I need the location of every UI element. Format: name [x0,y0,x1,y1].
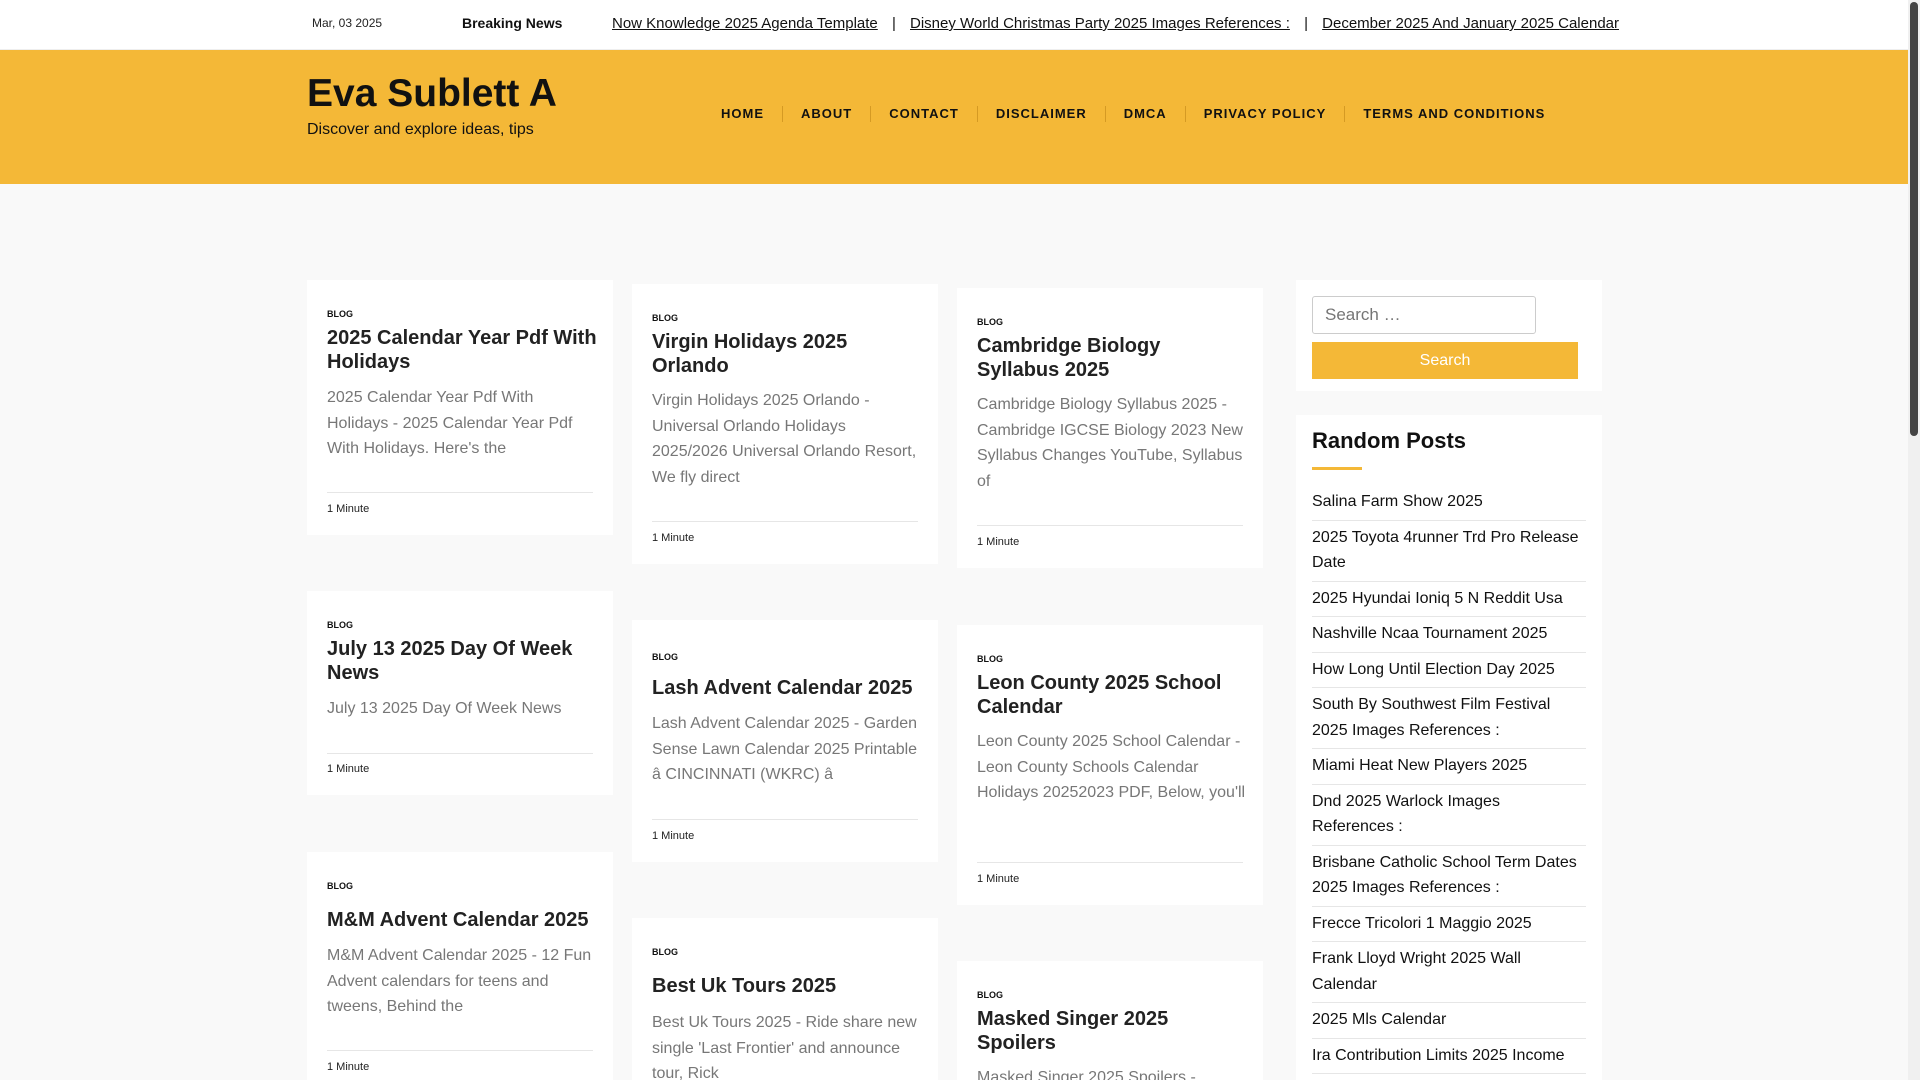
ticker-link[interactable]: Now Knowledge 2025 Agenda Template [612,15,878,32]
search-input[interactable] [1312,296,1536,334]
read-time: 1 Minute [327,503,370,515]
card-divider [327,1050,593,1051]
random-post-link[interactable]: Frank Lloyd Wright 2025 Wall Calendar [1312,942,1586,1003]
post-category[interactable]: BLOG [977,654,1003,664]
card-divider [652,521,918,522]
card-divider [652,819,918,820]
post-category[interactable]: BLOG [327,881,353,891]
nav-home[interactable]: HOME [703,106,783,122]
post-excerpt: Cambridge Biology Syllabus 2025 - Cambri… [977,396,1243,490]
random-post-link[interactable]: 2025 Mls Calendar [1312,1003,1586,1039]
post-card: BLOG Best Uk Tours 2025 Best Uk Tours 20… [632,918,938,1080]
random-posts-widget: Random Posts Salina Farm Show 2025 2025 … [1296,415,1602,1080]
random-post-link[interactable]: Frecce Tricolori 1 Maggio 2025 [1312,907,1586,942]
nav-contact[interactable]: CONTACT [871,106,978,122]
nav-terms-and-conditions[interactable]: TERMS AND CONDITIONS [1345,106,1563,122]
post-card: BLOG Masked Singer 2025 Spoilers Masked … [957,961,1263,1080]
post-card: BLOG Cambridge Biology Syllabus 2025 Cam… [957,288,1263,568]
post-excerpt: Virgin Holidays 2025 Orlando - Universal… [652,392,917,486]
title-underline [1312,467,1362,470]
search-button[interactable]: Search [1312,342,1578,379]
post-category[interactable]: BLOG [977,990,1003,1000]
post-excerpt: Leon County 2025 School Calendar - Leon … [977,733,1246,801]
site-title[interactable]: Eva Sublett A [307,72,557,116]
card-divider [327,753,593,754]
post-title[interactable]: Masked Singer 2025 Spoilers [977,1007,1247,1055]
post-category[interactable]: BLOG [652,947,678,957]
random-post-link[interactable]: Miami Heat New Players 2025 [1312,749,1586,785]
post-category[interactable]: BLOG [652,652,678,662]
site-header: Eva Sublett A Discover and explore ideas… [0,50,1908,184]
random-post-link[interactable]: Dnd 2025 Warlock Images References : [1312,785,1586,846]
post-excerpt: Best Uk Tours 2025 - Ride share new sing… [652,1014,917,1080]
post-card: BLOG 2025 Calendar Year Pdf With Holiday… [307,280,613,535]
post-category[interactable]: BLOG [327,309,353,319]
post-excerpt: 2025 Calendar Year Pdf With Holidays - 2… [327,389,573,457]
search-widget: Search [1296,280,1602,391]
card-divider [327,492,593,493]
page-scrollbar[interactable] [1908,0,1920,1080]
post-title[interactable]: Virgin Holidays 2025 Orlando [652,330,922,378]
top-bar: Mar, 03 2025 Breaking News Now Knowledge… [0,0,1908,50]
post-title[interactable]: Cambridge Biology Syllabus 2025 [977,334,1247,382]
random-posts-list: Salina Farm Show 2025 2025 Toyota 4runne… [1312,485,1586,1074]
ticker-separator: | [891,15,896,32]
post-card: BLOG July 13 2025 Day Of Week News July … [307,591,613,795]
random-post-link[interactable]: Nashville Ncaa Tournament 2025 [1312,617,1586,653]
read-time: 1 Minute [652,830,695,842]
nav-privacy-policy[interactable]: PRIVACY POLICY [1186,106,1346,122]
ticker-link[interactable]: December 2025 And January 2025 Calendar [1322,15,1619,32]
scrollbar-thumb[interactable] [1910,2,1918,436]
read-time: 1 Minute [327,1061,370,1073]
post-title[interactable]: Leon County 2025 School Calendar [977,671,1247,719]
random-post-link[interactable]: 2025 Toyota 4runner Trd Pro Release Date [1312,521,1586,582]
post-card: BLOG Lash Advent Calendar 2025 Lash Adve… [632,620,938,862]
post-title[interactable]: 2025 Calendar Year Pdf With Holidays [327,326,597,374]
post-category[interactable]: BLOG [327,620,353,630]
read-time: 1 Minute [327,763,370,775]
random-posts-title: Random Posts [1312,428,1467,453]
post-category[interactable]: BLOG [977,317,1003,327]
main-nav: HOME ABOUT CONTACT DISCLAIMER DMCA PRIVA… [703,106,1563,122]
random-post-link[interactable]: 2025 Hyundai Ioniq 5 N Reddit Usa [1312,582,1586,617]
post-excerpt: M&M Advent Calendar 2025 - 12 Fun Advent… [327,947,592,1015]
nav-disclaimer[interactable]: DISCLAIMER [978,106,1106,122]
card-divider [977,862,1243,863]
random-post-link[interactable]: Ira Contribution Limits 2025 Income [1312,1039,1586,1074]
random-post-link[interactable]: How Long Until Election Day 2025 [1312,653,1586,688]
random-post-link[interactable]: Salina Farm Show 2025 [1312,485,1586,521]
post-category[interactable]: BLOG [652,313,678,323]
breaking-news-label: Breaking News [462,15,563,31]
post-excerpt: July 13 2025 Day Of Week News [327,700,562,717]
post-card: BLOG Leon County 2025 School Calendar Le… [957,625,1263,905]
nav-dmca[interactable]: DMCA [1106,106,1186,122]
post-title[interactable]: Best Uk Tours 2025 [652,974,922,998]
read-time: 1 Minute [977,536,1020,548]
post-card: BLOG M&M Advent Calendar 2025 M&M Advent… [307,852,613,1080]
post-excerpt: Masked Singer 2025 Spoilers - [977,1069,1196,1080]
card-divider [977,525,1243,526]
post-title[interactable]: M&M Advent Calendar 2025 [327,908,597,932]
read-time: 1 Minute [977,873,1020,885]
ticker-link[interactable]: Disney World Christmas Party 2025 Images… [910,15,1290,32]
random-post-link[interactable]: Brisbane Catholic School Term Dates 2025… [1312,846,1586,907]
post-excerpt: Lash Advent Calendar 2025 - Garden Sense… [652,715,918,783]
news-ticker: Now Knowledge 2025 Agenda Template | Dis… [612,15,1672,35]
nav-about[interactable]: ABOUT [783,106,872,122]
post-title[interactable]: Lash Advent Calendar 2025 [652,676,922,700]
read-time: 1 Minute [652,532,695,544]
post-title[interactable]: July 13 2025 Day Of Week News [327,637,597,685]
random-post-link[interactable]: South By Southwest Film Festival 2025 Im… [1312,688,1586,749]
ticker-separator: | [1304,15,1308,32]
current-date: Mar, 03 2025 [312,16,383,30]
site-description: Discover and explore ideas, tips [307,121,534,138]
post-card: BLOG Virgin Holidays 2025 Orlando Virgin… [632,284,938,564]
